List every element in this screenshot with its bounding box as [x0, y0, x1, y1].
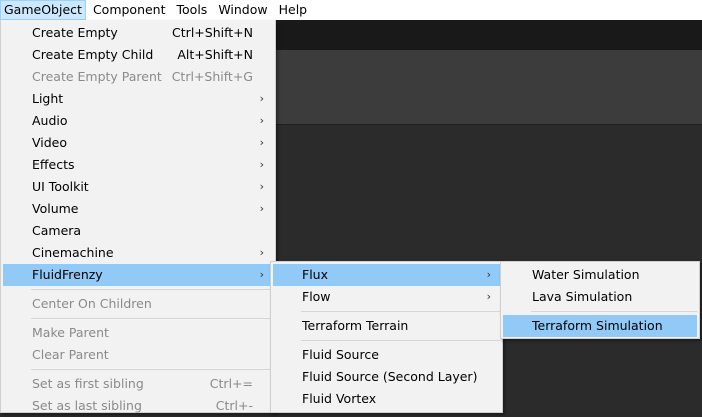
menu-item-label: Set as last sibling [32, 398, 142, 413]
menu-item-fluid-source-second-layer[interactable]: Fluid Source (Second Layer) [273, 366, 500, 388]
menu-item-fluid-source[interactable]: Fluid Source [273, 344, 500, 366]
menu-item-make-parent[interactable]: Make Parent [3, 322, 273, 344]
shortcut-text: Alt+Shift+N [177, 47, 253, 62]
menu-item-label: Set as first sibling [32, 376, 144, 391]
menu-item-ui-toolkit[interactable]: UI Toolkit › [3, 176, 273, 198]
chevron-right-icon: › [259, 136, 264, 149]
menu-item-create-empty-parent[interactable]: Create Empty Parent Ctrl+Shift+G [3, 66, 273, 88]
menu-item-label: Flow [302, 289, 331, 304]
menu-item-label: Clear Parent [32, 347, 109, 362]
shortcut-text: Ctrl+Shift+N [172, 25, 253, 40]
menu-separator [31, 289, 273, 290]
menu-item-volume[interactable]: Volume › [3, 198, 273, 220]
menu-item-label: Effects [32, 157, 75, 172]
menu-item-label: Create Empty [32, 25, 118, 40]
menu-item-fluid-vortex[interactable]: Fluid Vortex [273, 388, 500, 410]
menu-item-clear-parent[interactable]: Clear Parent [3, 344, 273, 366]
menu-window[interactable]: Window [214, 0, 271, 20]
chevron-right-icon: › [259, 158, 264, 171]
shortcut-text: Ctrl+Shift+G [171, 69, 253, 84]
menu-item-water-simulation[interactable]: Water Simulation [503, 264, 697, 286]
menu-item-label: Terraform Terrain [302, 318, 409, 333]
menu-bar: GameObject Component Tools Window Help [0, 0, 702, 20]
menu-separator [31, 369, 273, 370]
shortcut-text: Ctrl+= [209, 376, 253, 391]
menu-item-light[interactable]: Light › [3, 88, 273, 110]
menu-item-label: Fluid Source (Second Layer) [302, 369, 478, 384]
editor-header-panel [275, 50, 702, 125]
menu-item-label: Create Empty Child [32, 47, 154, 62]
menu-separator [531, 311, 697, 312]
menu-item-terraform-terrain[interactable]: Terraform Terrain [273, 315, 500, 337]
menu-item-terraform-simulation[interactable]: Terraform Simulation [503, 315, 697, 337]
menu-item-label: UI Toolkit [32, 179, 89, 194]
menu-tools[interactable]: Tools [173, 0, 212, 20]
menu-component[interactable]: Component [89, 0, 170, 20]
menu-item-label: Terraform Simulation [532, 318, 663, 333]
menu-item-label: Light [32, 91, 64, 106]
chevron-right-icon: › [259, 268, 264, 281]
menu-item-label: Lava Simulation [532, 289, 633, 304]
editor-toolbar [275, 20, 702, 50]
menu-item-label: Fluid Source [302, 347, 379, 362]
menu-item-label: Center On Children [32, 296, 152, 311]
menu-item-set-first-sibling[interactable]: Set as first sibling Ctrl+= [3, 373, 273, 395]
menu-item-label: Audio [32, 113, 68, 128]
chevron-right-icon: › [259, 114, 264, 127]
chevron-right-icon: › [486, 268, 491, 281]
menu-item-fluidfrenzy[interactable]: FluidFrenzy › [3, 264, 273, 286]
chevron-right-icon: › [259, 202, 264, 215]
menu-item-camera[interactable]: Camera [3, 220, 273, 242]
menu-item-label: Cinemachine [32, 245, 114, 260]
menu-item-label: Water Simulation [532, 267, 640, 282]
menu-item-label: Fluid Vortex [302, 391, 377, 406]
menu-item-label: Video [32, 135, 68, 150]
menu-item-label: FluidFrenzy [32, 267, 103, 282]
menu-help[interactable]: Help [275, 0, 312, 20]
chevron-right-icon: › [259, 180, 264, 193]
menu-item-label: Flux [302, 267, 328, 282]
menu-item-lava-simulation[interactable]: Lava Simulation [503, 286, 697, 308]
menu-item-set-last-sibling[interactable]: Set as last sibling Ctrl+- [3, 395, 273, 417]
chevron-right-icon: › [259, 92, 264, 105]
menu-gameobject[interactable]: GameObject [0, 0, 86, 20]
menu-item-flow[interactable]: Flow › [273, 286, 500, 308]
menu-item-label: Create Empty Parent [32, 69, 162, 84]
menu-separator [301, 311, 500, 312]
menu-item-center-on-children[interactable]: Center On Children [3, 293, 273, 315]
fluidfrenzy-submenu: Flux › Flow › Terraform Terrain Fluid So… [270, 261, 503, 413]
menu-item-video[interactable]: Video › [3, 132, 273, 154]
menu-item-create-empty-child[interactable]: Create Empty Child Alt+Shift+N [3, 44, 273, 66]
chevron-right-icon: › [486, 290, 491, 303]
gameobject-dropdown: Create Empty Ctrl+Shift+N Create Empty C… [0, 20, 276, 413]
menu-item-label: Make Parent [32, 325, 109, 340]
menu-item-label: Volume [32, 201, 79, 216]
shortcut-text: Ctrl+- [215, 398, 253, 413]
menu-item-create-empty[interactable]: Create Empty Ctrl+Shift+N [3, 22, 273, 44]
menu-item-label: Camera [32, 223, 82, 238]
chevron-right-icon: › [259, 246, 264, 259]
menu-item-cinemachine[interactable]: Cinemachine › [3, 242, 273, 264]
menu-item-effects[interactable]: Effects › [3, 154, 273, 176]
menu-separator [31, 318, 273, 319]
menu-item-audio[interactable]: Audio › [3, 110, 273, 132]
flux-submenu: Water Simulation Lava Simulation Terrafo… [500, 261, 700, 339]
menu-item-flux[interactable]: Flux › [273, 264, 500, 286]
menu-separator [301, 340, 500, 341]
